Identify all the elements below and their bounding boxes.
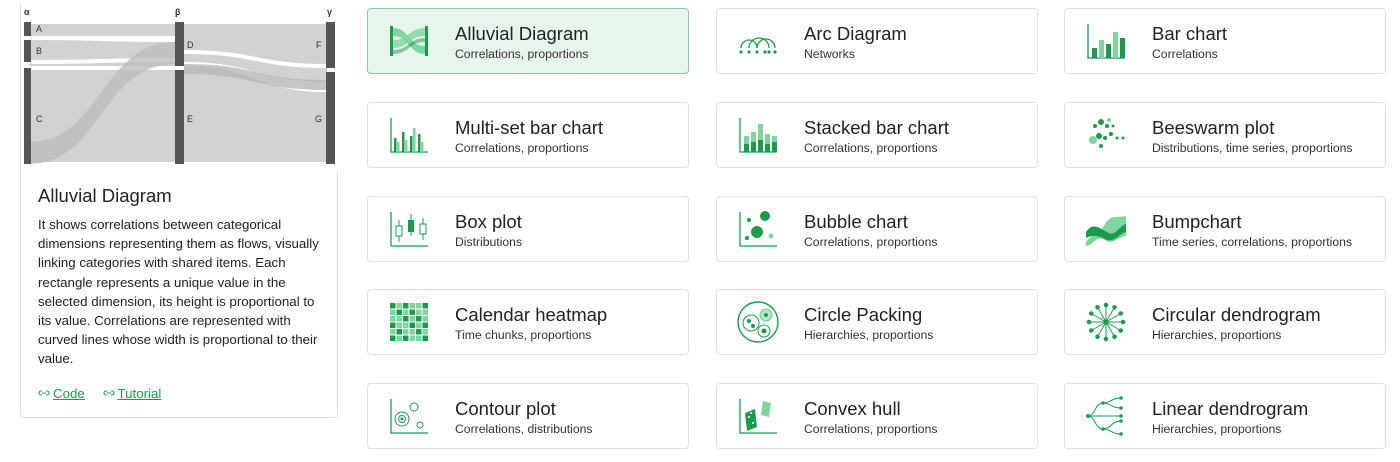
linear-dendrogram-icon — [1086, 396, 1123, 436]
chart-card-title: Convex hull — [804, 398, 901, 419]
bar-icon — [1087, 24, 1125, 59]
chart-card-linear-dendrogram[interactable]: Linear dendrogram Hierarchies, proportion… — [1064, 383, 1386, 449]
category-label-f: F — [316, 40, 322, 50]
chart-card-title: Contour plot — [455, 398, 556, 419]
chart-card-subtitle: Distributions — [455, 235, 523, 249]
chart-card-title: Beeswarm plot — [1152, 117, 1275, 138]
chart-card-subtitle: Correlations — [1152, 47, 1218, 61]
chart-card-subtitle: Networks — [804, 47, 855, 61]
chart-card-subtitle: Hierarchies, proportions — [1152, 328, 1282, 342]
detail-description: It shows correlations between categorica… — [38, 217, 319, 367]
chart-card-subtitle: Correlations, proportions — [455, 141, 589, 155]
chart-card-title: Arc Diagram — [804, 23, 907, 44]
code-link-label: Code — [53, 385, 85, 401]
dimension-label-alpha: α — [24, 7, 30, 17]
chart-card-stacked-bar[interactable]: Stacked bar chart Correlations, proportio… — [716, 102, 1038, 168]
category-label-g: G — [315, 114, 322, 124]
category-label-d: D — [187, 40, 194, 50]
category-label-b: B — [36, 46, 42, 56]
chart-card-title: Alluvial Diagram — [455, 23, 589, 44]
dimension-label-beta: β — [175, 7, 181, 17]
multiset-bar-icon — [390, 118, 428, 153]
convex-hull-icon — [739, 399, 777, 434]
chart-card-bumpchart[interactable]: Bumpchart Time series, correlations, prop… — [1064, 196, 1386, 262]
chart-card-convex-hull[interactable]: Convex hull Correlations, proportions — [716, 383, 1038, 449]
chart-card-alluvial[interactable]: Alluvial Diagram Correlations, proportion… — [367, 8, 689, 74]
dimension-label-gamma: γ — [327, 7, 332, 17]
chart-card-beeswarm[interactable]: Beeswarm plot Distributions, time series,… — [1064, 102, 1386, 168]
detail-links: Code Tutorial — [38, 385, 175, 401]
contour-icon — [390, 399, 428, 434]
chart-card-circle-packing[interactable]: Circle Packing Hierarchies, proportions — [716, 289, 1038, 355]
chart-card-subtitle: Correlations, distributions — [455, 422, 593, 436]
stacked-bar-icon — [739, 118, 777, 153]
alluvial-preview: α β γ A B C D E F G — [21, 2, 339, 172]
category-label-a: A — [36, 24, 42, 34]
chart-card-contour[interactable]: Contour plot Correlations, distributions — [367, 383, 689, 449]
chart-card-title: Bar chart — [1152, 23, 1228, 44]
beeswarm-icon — [1089, 118, 1125, 148]
boxplot-icon — [390, 212, 428, 247]
category-label-c: C — [36, 114, 43, 124]
chart-card-subtitle: Time chunks, proportions — [455, 328, 592, 342]
chart-card-title: Box plot — [455, 211, 522, 232]
chart-card-subtitle: Correlations, proportions — [804, 422, 938, 436]
bubble-icon — [739, 211, 777, 247]
chart-card-subtitle: Correlations, proportions — [804, 235, 938, 249]
chart-detail-panel: α β γ A B C D E F G Alluvial Diagram It … — [20, 2, 339, 418]
alluvial-icon — [390, 26, 428, 56]
code-link[interactable]: Code — [38, 386, 85, 401]
chart-card-title: Bumpchart — [1152, 211, 1242, 232]
chart-card-title: Circle Packing — [804, 304, 923, 325]
chart-card-subtitle: Hierarchies, proportions — [804, 328, 934, 342]
detail-title: Alluvial Diagram — [38, 185, 172, 206]
category-label-e: E — [187, 114, 193, 124]
link-icon — [38, 390, 50, 396]
chart-card-boxplot[interactable]: Box plot Distributions — [367, 196, 689, 262]
chart-card-subtitle: Hierarchies, proportions — [1152, 422, 1282, 436]
chart-card-circular-dendrogram[interactable]: Circular dendrogram Hierarchies, proporti… — [1064, 289, 1386, 355]
chart-card-subtitle: Time series, correlations, proportions — [1152, 235, 1353, 249]
chart-card-subtitle: Correlations, proportions — [455, 47, 589, 61]
chart-card-calendar-heatmap[interactable]: Calendar heatmap Time chunks, proportions — [367, 289, 689, 355]
chart-card-title: Bubble chart — [804, 211, 908, 232]
chart-card-multiset-bar[interactable]: Multi-set bar chart Correlations, proport… — [367, 102, 689, 168]
calendar-heatmap-icon — [390, 303, 428, 341]
chart-card-subtitle: Correlations, proportions — [804, 141, 938, 155]
chart-card-bar[interactable]: Bar chart Correlations — [1064, 8, 1386, 74]
chart-card-title: Stacked bar chart — [804, 117, 949, 138]
chart-card-bubble[interactable]: Bubble chart Correlations, proportions — [716, 196, 1038, 262]
bumpchart-icon — [1086, 216, 1126, 246]
circular-dendrogram-icon — [1086, 302, 1126, 342]
chart-card-arc[interactable]: Arc Diagram Networks — [716, 8, 1038, 74]
chart-card-title: Circular dendrogram — [1152, 304, 1321, 325]
tutorial-link-label: Tutorial — [117, 385, 162, 401]
chart-card-subtitle: Distributions, time series, proportions — [1152, 141, 1353, 155]
chart-card-title: Multi-set bar chart — [455, 117, 604, 138]
arc-icon — [739, 37, 777, 54]
chart-card-title: Calendar heatmap — [455, 304, 608, 325]
link-icon — [102, 390, 115, 396]
circle-packing-icon — [737, 301, 779, 343]
chart-card-title: Linear dendrogram — [1152, 398, 1309, 419]
tutorial-link[interactable]: Tutorial — [102, 385, 162, 401]
